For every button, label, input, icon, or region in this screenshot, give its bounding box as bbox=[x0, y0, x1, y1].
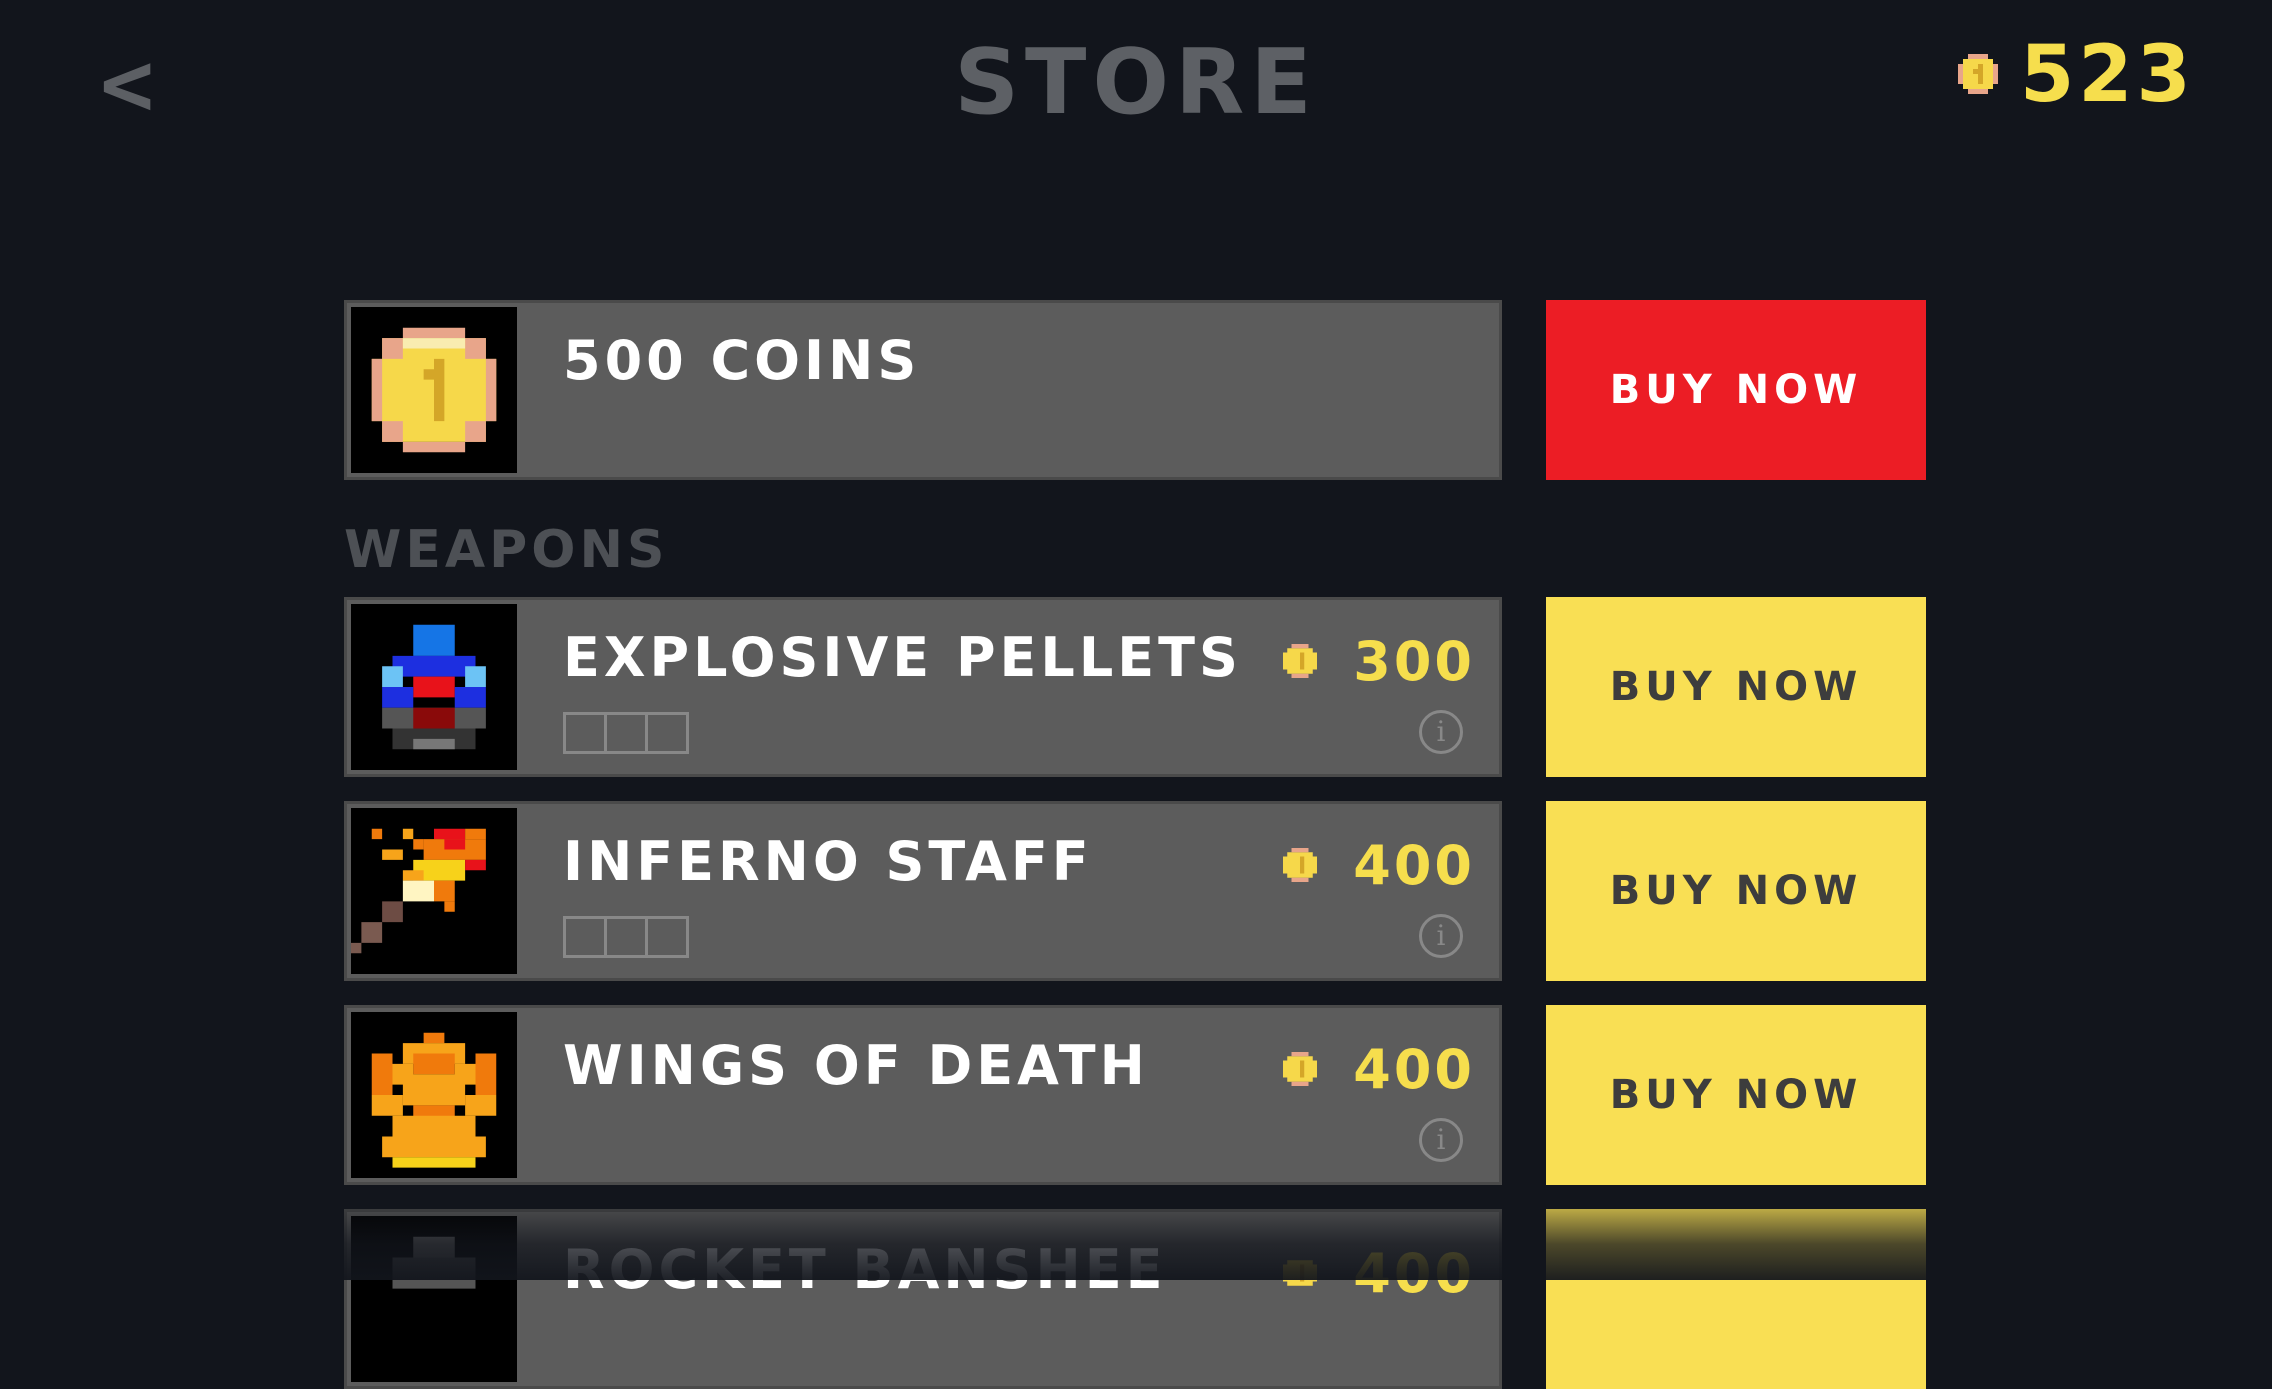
upgrade-slot bbox=[604, 916, 648, 958]
explosive-pellets-icon bbox=[351, 604, 517, 770]
store-item-name: EXPLOSIVE PELLETS bbox=[563, 626, 1242, 689]
coin-balance-value: 523 bbox=[2020, 30, 2195, 120]
rocket-banshee-icon bbox=[351, 1216, 517, 1382]
buy-wings-of-death-button[interactable]: BUY NOW bbox=[1546, 1005, 1926, 1185]
coin-icon bbox=[1283, 848, 1318, 882]
gold-coin-icon bbox=[351, 307, 517, 473]
info-icon[interactable]: i bbox=[1419, 710, 1463, 754]
upgrade-slot bbox=[563, 712, 607, 754]
upgrade-slot bbox=[563, 916, 607, 958]
inferno-staff-icon bbox=[351, 808, 517, 974]
upgrade-slots bbox=[563, 712, 695, 754]
store-item-inferno-staff: INFERNO STAFF 400 i bbox=[344, 801, 1502, 981]
item-price-value: 400 bbox=[1353, 1038, 1475, 1101]
item-price-value: 300 bbox=[1353, 630, 1475, 693]
item-price-value: 400 bbox=[1353, 834, 1475, 897]
coin-icon bbox=[1283, 1260, 1318, 1286]
store-item-name: INFERNO STAFF bbox=[563, 830, 1093, 893]
store-item-explosive-pellets: EXPLOSIVE PELLETS 300 i bbox=[344, 597, 1502, 777]
buy-500-coins-button[interactable]: BUY NOW bbox=[1546, 300, 1926, 480]
upgrade-slot bbox=[604, 712, 648, 754]
coin-icon bbox=[1958, 54, 1998, 94]
coin-icon bbox=[1283, 644, 1318, 678]
buy-explosive-pellets-button[interactable]: BUY NOW bbox=[1546, 597, 1926, 777]
item-price: 400 bbox=[1283, 1242, 1475, 1306]
buy-rocket-banshee-button[interactable] bbox=[1546, 1209, 1926, 1389]
store-item-500-coins: 500 COINS bbox=[344, 300, 1502, 480]
info-icon[interactable]: i bbox=[1419, 1118, 1463, 1162]
item-price: 400 bbox=[1283, 1038, 1475, 1102]
coin-icon bbox=[1283, 1052, 1318, 1086]
page-title: STORE bbox=[954, 30, 1318, 135]
item-price: 300 bbox=[1283, 630, 1475, 694]
section-label-weapons: WEAPONS bbox=[344, 520, 669, 580]
info-icon[interactable]: i bbox=[1419, 914, 1463, 958]
top-bar: < STORE 523 bbox=[0, 0, 2272, 180]
store-item-name: WINGS OF DEATH bbox=[563, 1034, 1149, 1097]
store-item-rocket-banshee: ROCKET BANSHEE 400 bbox=[344, 1209, 1502, 1389]
upgrade-slot bbox=[645, 712, 689, 754]
buy-inferno-staff-button[interactable]: BUY NOW bbox=[1546, 801, 1926, 981]
store-item-name: ROCKET BANSHEE bbox=[563, 1238, 1167, 1301]
wings-of-death-icon bbox=[351, 1012, 517, 1178]
store-item-wings-of-death: WINGS OF DEATH 400 i bbox=[344, 1005, 1502, 1185]
upgrade-slot bbox=[645, 916, 689, 958]
item-price-value: 400 bbox=[1353, 1242, 1475, 1305]
store-item-name: 500 COINS bbox=[563, 329, 921, 392]
upgrade-slots bbox=[563, 916, 695, 958]
item-price: 400 bbox=[1283, 834, 1475, 898]
